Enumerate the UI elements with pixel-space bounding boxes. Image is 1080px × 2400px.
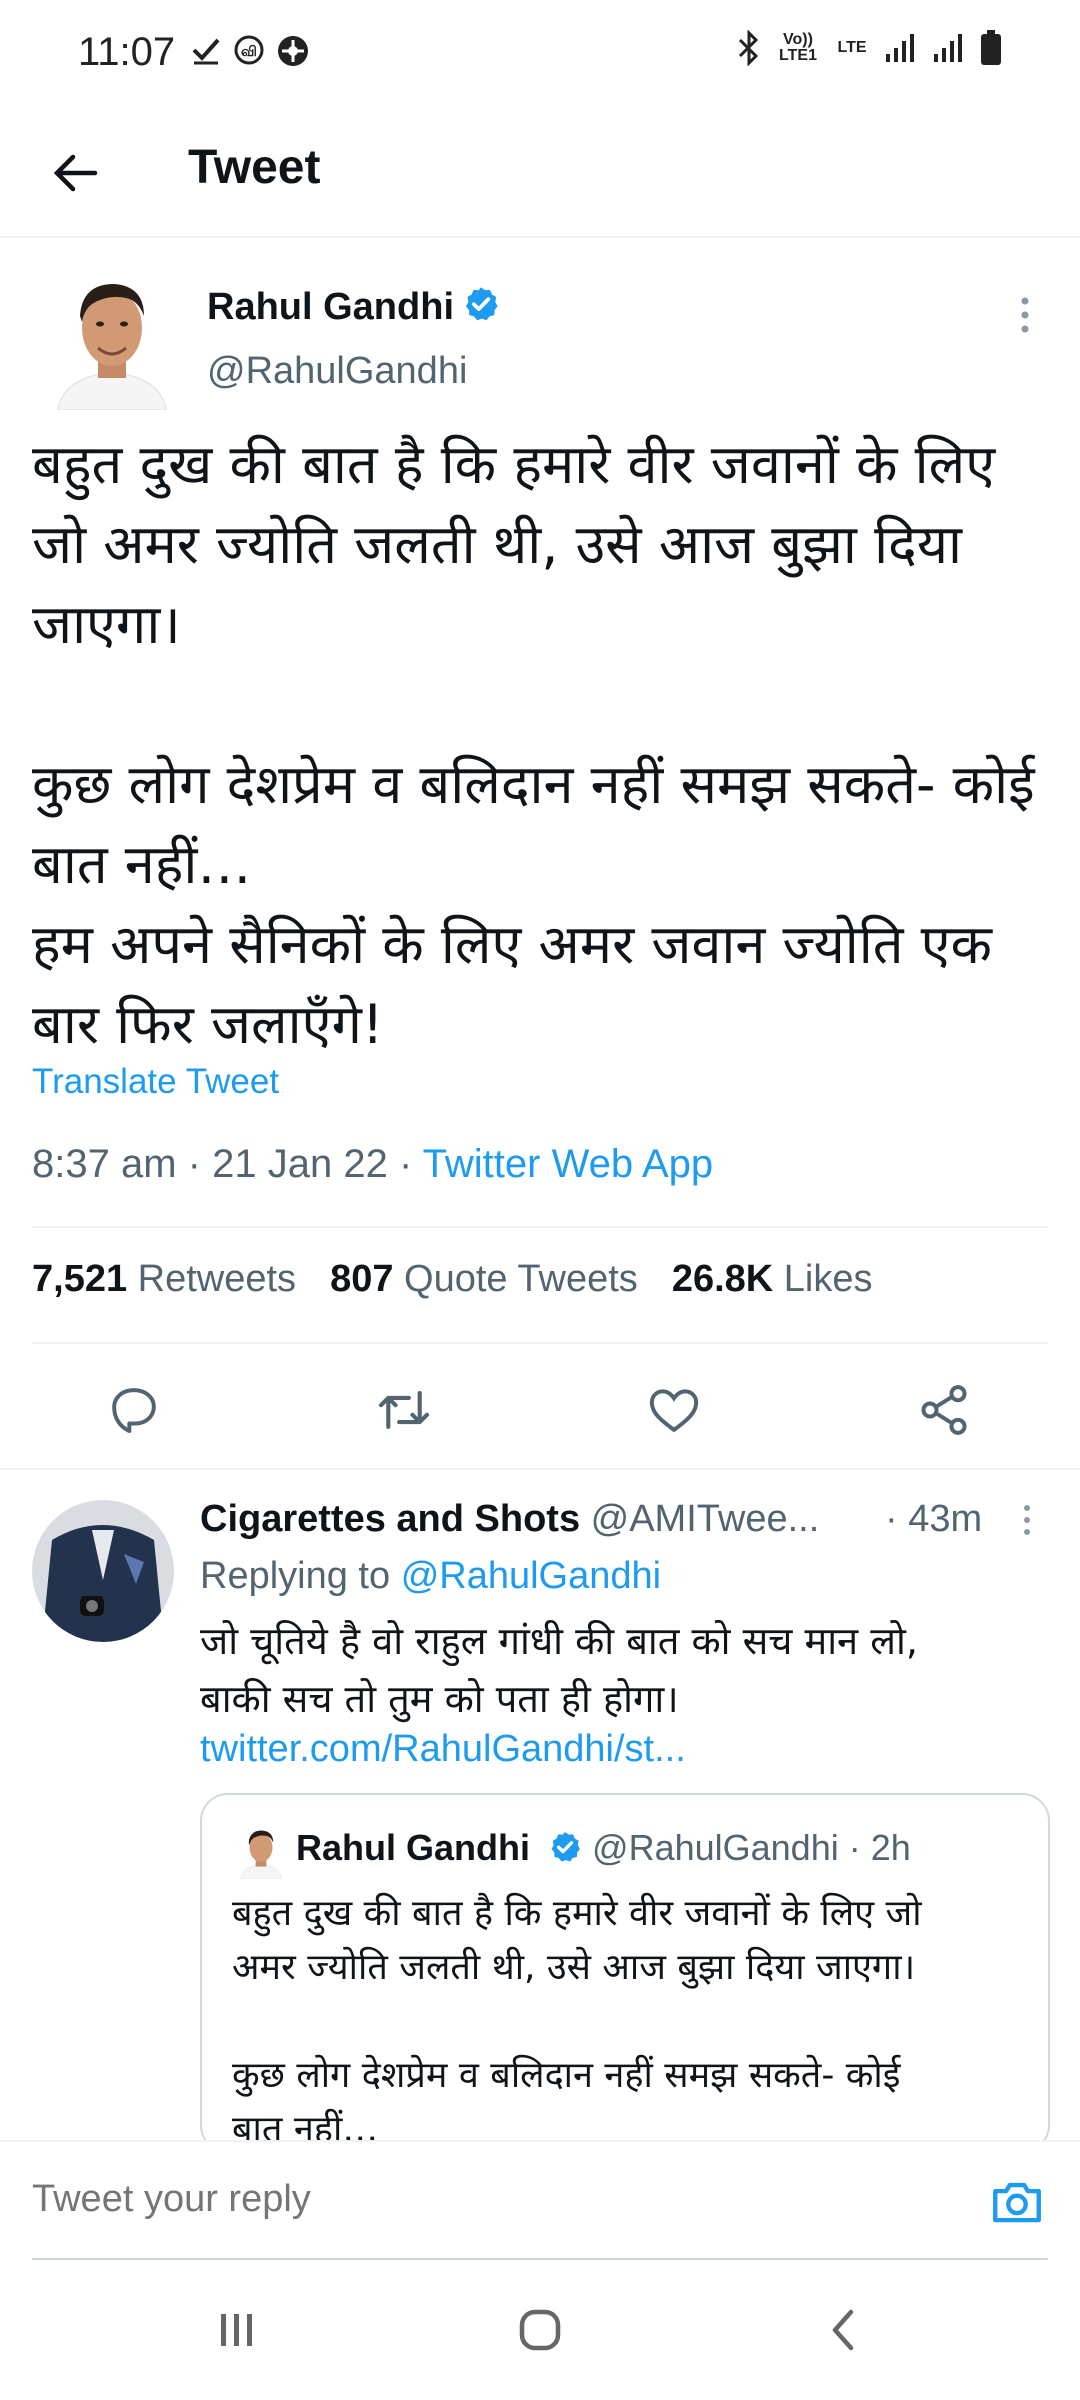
quotes-count: 807 — [330, 1258, 394, 1300]
replying-to-handle[interactable]: @RahulGandhi — [401, 1555, 661, 1597]
likes-label: Likes — [783, 1258, 873, 1300]
quoted-time: · 2h — [848, 1827, 911, 1868]
heart-icon — [649, 1389, 699, 1433]
reply-header: Cigarettes and Shots @AMITwee... — [200, 1498, 1000, 1541]
divider — [32, 1226, 1048, 1228]
signal-icon-2 — [934, 34, 962, 62]
more-vertical-icon — [1024, 1505, 1030, 1535]
retweets-label: Retweets — [137, 1258, 297, 1300]
reply-composer — [0, 2140, 1080, 2260]
divider — [0, 1468, 1080, 1470]
status-bar: 11:07 வி Vo)) LTE1 LTE — [0, 0, 1080, 110]
translate-tweet-link[interactable]: Translate Tweet — [32, 1062, 279, 1102]
home-button[interactable] — [495, 2290, 585, 2370]
system-navigation-bar — [0, 2262, 1080, 2400]
app-header: Tweet — [0, 110, 1080, 238]
reply-time: · 43m — [885, 1498, 983, 1540]
retweet-icon — [378, 1391, 430, 1429]
volte-label: Vo)) LTE1 — [779, 31, 817, 64]
tweet-stats: 7,521 Retweets 807 Quote Tweets 26.8K Li… — [32, 1258, 873, 1301]
reply-author-handle[interactable]: @AMITwee... — [591, 1498, 820, 1540]
reply-more-button[interactable] — [1015, 1500, 1039, 1540]
pinwheel-icon — [278, 36, 308, 66]
verified-badge-icon — [551, 1832, 580, 1862]
lte-label: LTE — [837, 39, 867, 56]
author-name-text: Rahul Gandhi — [207, 286, 454, 328]
meta-separator-2: · — [398, 1142, 413, 1186]
verified-badge-icon — [465, 287, 498, 321]
svg-text:வி: வி — [241, 44, 257, 60]
tweet-time: 8:37 am — [32, 1142, 177, 1186]
author-avatar[interactable] — [52, 270, 172, 411]
share-icon — [921, 1385, 967, 1435]
likes-stat[interactable]: 26.8K Likes — [672, 1258, 873, 1301]
tweet-source-link[interactable]: Twitter Web App — [423, 1142, 714, 1186]
battery-icon — [981, 30, 1001, 65]
recent-apps-icon — [221, 2314, 252, 2346]
reply-author-avatar[interactable] — [32, 1500, 174, 1642]
recent-apps-button[interactable] — [192, 2290, 282, 2370]
network-icon: வி — [234, 35, 264, 65]
reply-input[interactable] — [32, 2178, 832, 2221]
quoted-author-name: Rahul Gandhi — [296, 1827, 530, 1868]
replying-prefix: Replying to — [200, 1555, 391, 1597]
retweets-stat[interactable]: 7,521 Retweets — [32, 1258, 296, 1301]
camera-icon — [993, 2182, 1041, 2223]
share-button[interactable] — [906, 1372, 982, 1448]
back-button[interactable] — [40, 138, 110, 208]
reply-icon — [112, 1388, 156, 1433]
reply-link[interactable]: twitter.com/RahulGandhi/st... — [200, 1728, 686, 1771]
signal-icon — [886, 34, 914, 62]
more-vertical-icon — [1021, 297, 1029, 333]
retweet-button[interactable] — [366, 1372, 442, 1448]
bluetooth-icon — [738, 30, 759, 66]
composer-divider — [32, 2258, 1048, 2260]
status-time: 11:07 — [78, 30, 176, 74]
tweet-actions — [0, 1360, 1080, 1460]
status-left-icons: வி — [190, 34, 310, 68]
more-options-button[interactable] — [1010, 285, 1040, 345]
author-handle[interactable]: @RahulGandhi — [207, 350, 467, 393]
author-name[interactable]: Rahul Gandhi — [207, 285, 500, 329]
quoted-author-avatar — [238, 1825, 284, 1880]
retweets-count: 7,521 — [32, 1258, 128, 1300]
reply-author-name[interactable]: Cigarettes and Shots — [200, 1498, 580, 1540]
quoted-tweet-card[interactable]: Rahul Gandhi @RahulGandhi · 2h बहुत दुख … — [200, 1793, 1050, 2153]
arrow-left-icon — [53, 154, 98, 192]
tweet-text: बहुत दुख की बात है कि हमारे वीर जवानों क… — [32, 433, 1035, 1056]
quoted-text: बहुत दुख की बात है कि हमारे वीर जवानों क… — [232, 1893, 922, 2150]
home-icon — [519, 2309, 561, 2351]
back-chevron-icon — [832, 2309, 854, 2351]
meta-separator: · — [187, 1142, 201, 1186]
back-nav-button[interactable] — [798, 2290, 888, 2370]
quotes-label: Quote Tweets — [404, 1258, 638, 1300]
replying-to: Replying to @RahulGandhi — [200, 1555, 661, 1598]
status-right-icons: Vo)) LTE1 LTE — [736, 30, 1002, 66]
quotes-stat[interactable]: 807 Quote Tweets — [330, 1258, 638, 1301]
divider — [32, 1342, 1048, 1344]
check-icon — [192, 38, 220, 65]
like-button[interactable] — [636, 1372, 712, 1448]
page-title: Tweet — [188, 141, 321, 194]
quoted-author-handle: @RahulGandhi — [592, 1827, 839, 1868]
camera-button[interactable] — [985, 2170, 1049, 2234]
tweet-meta: 8:37 am · 21 Jan 22 · Twitter Web App — [32, 1142, 713, 1187]
quoted-header: Rahul Gandhi @RahulGandhi · 2h — [296, 1827, 911, 1869]
reply-text: जो चूतिये है वो राहुल गांधी की बात को सच… — [200, 1619, 918, 1721]
reply-button[interactable] — [96, 1372, 172, 1448]
likes-count: 26.8K — [671, 1258, 774, 1300]
tweet-date: 21 Jan 22 — [212, 1142, 388, 1186]
